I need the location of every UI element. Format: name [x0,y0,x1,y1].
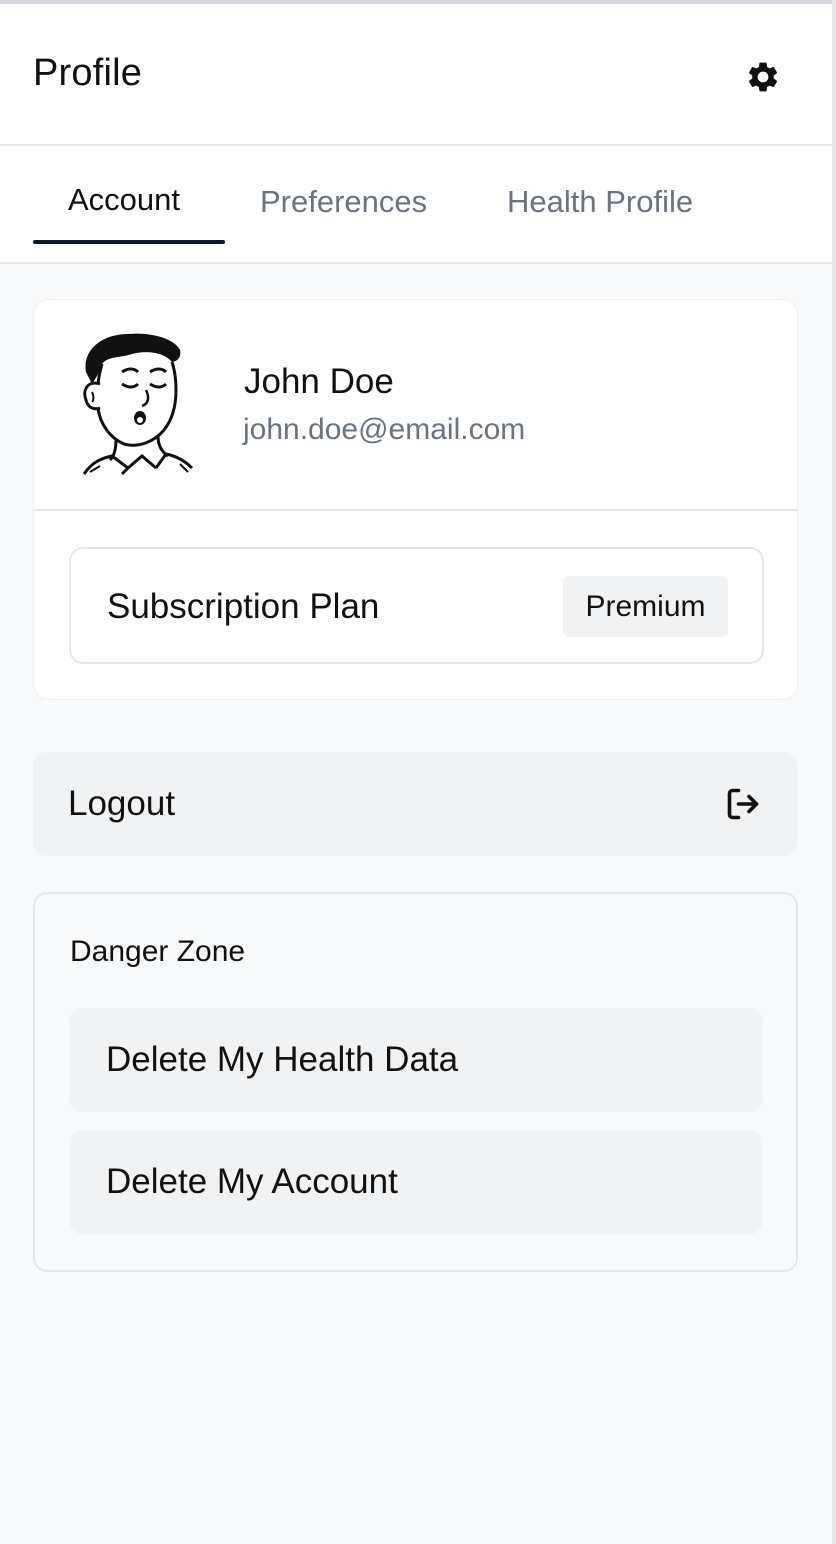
active-tab-indicator [33,240,225,244]
danger-zone: Danger Zone Delete My Health Data Delete… [33,892,798,1272]
logout-label: Logout [68,784,176,823]
delete-account-button[interactable]: Delete My Account [70,1130,762,1234]
card-divider [34,509,797,511]
logout-icon [727,788,759,820]
avatar [82,333,194,476]
profile-card: John Doe john.doe@email.com Subscription… [33,299,798,700]
subscription-plan-label: Subscription Plan [107,587,380,626]
subscription-plan-box: Subscription Plan Premium [69,547,764,664]
user-name: John Doe [244,362,394,401]
user-email: john.doe@email.com [243,413,526,446]
delete-account-label: Delete My Account [106,1162,398,1201]
gear-icon [748,62,778,92]
settings-button[interactable] [738,52,788,102]
page-title: Profile [33,52,143,94]
tab-account[interactable]: Account [68,182,180,218]
delete-health-data-button[interactable]: Delete My Health Data [70,1008,762,1112]
app-header: Profile [0,4,832,146]
logout-button[interactable]: Logout [33,752,798,856]
tab-health-profile[interactable]: Health Profile [507,184,693,220]
delete-health-data-label: Delete My Health Data [106,1040,459,1079]
right-border [832,0,836,1544]
danger-zone-title: Danger Zone [70,935,246,968]
plan-badge: Premium [563,576,728,637]
tab-preferences[interactable]: Preferences [260,184,427,220]
tab-bar: Account Preferences Health Profile [0,146,832,264]
